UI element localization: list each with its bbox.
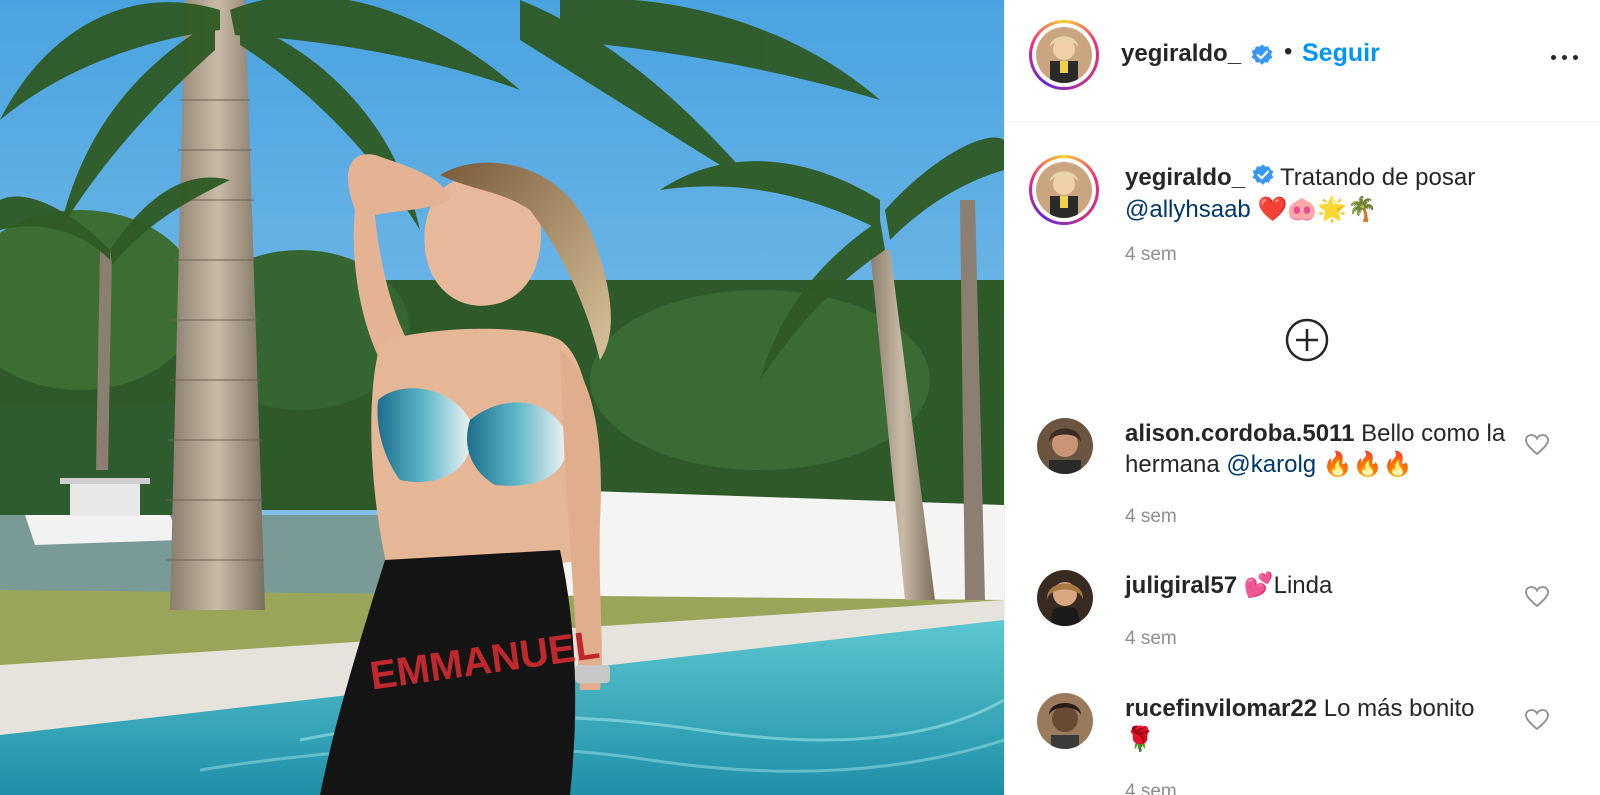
caption-verified-badge-icon bbox=[1252, 163, 1274, 194]
author-avatar-image bbox=[1036, 27, 1092, 83]
post-image: EMMANUEL bbox=[0, 0, 1004, 795]
caption-text: yegiraldo_ Tratando de posar @allyhsaab … bbox=[1125, 162, 1545, 225]
comment-username[interactable]: alison.cordoba.5011 bbox=[1125, 420, 1354, 447]
comment-timestamp[interactable]: 4 sem bbox=[1125, 781, 1177, 795]
comment-timestamp[interactable]: 4 sem bbox=[1125, 628, 1177, 650]
comment-text: juligiral57 💕Linda bbox=[1125, 570, 1515, 601]
plus-circle-icon[interactable] bbox=[1285, 318, 1329, 362]
comment-timestamp[interactable]: 4 sem bbox=[1125, 506, 1177, 528]
comment-username[interactable]: juligiral57 bbox=[1125, 572, 1237, 599]
post-header: yegiraldo_ • Seguir bbox=[1005, 0, 1600, 122]
comment-avatar[interactable] bbox=[1037, 418, 1093, 474]
heart-icon[interactable] bbox=[1525, 709, 1549, 731]
caption-avatar[interactable] bbox=[1029, 155, 1099, 225]
caption-avatar-image bbox=[1036, 162, 1092, 218]
post-photo[interactable]: EMMANUEL bbox=[0, 0, 1004, 795]
comment-emojis: 🔥🔥🔥 bbox=[1322, 451, 1413, 478]
heart-icon[interactable] bbox=[1525, 434, 1549, 456]
comment-username[interactable]: rucefinvilomar22 bbox=[1125, 695, 1317, 722]
caption-mention-link[interactable]: @allyhsaab bbox=[1125, 196, 1251, 223]
comment-text: alison.cordoba.5011 Bello como la herman… bbox=[1125, 418, 1515, 480]
comment-body: Lo más bonito bbox=[1323, 695, 1475, 722]
comment-text: rucefinvilomar22 Lo más bonito 🌹 bbox=[1125, 693, 1515, 755]
follow-button[interactable]: Seguir bbox=[1302, 39, 1380, 68]
verified-badge-icon bbox=[1251, 44, 1273, 71]
author-avatar[interactable] bbox=[1029, 20, 1099, 90]
comment-body: 💕Linda bbox=[1243, 572, 1333, 599]
comment-mention-link[interactable]: @karolg bbox=[1226, 451, 1316, 478]
caption-username[interactable]: yegiraldo_ bbox=[1125, 164, 1245, 191]
comment-avatar[interactable] bbox=[1037, 693, 1093, 749]
comment-emojis: 🌹 bbox=[1125, 726, 1155, 753]
comment-avatar[interactable] bbox=[1037, 570, 1093, 626]
post-caption: yegiraldo_ Tratando de posar @allyhsaab … bbox=[1005, 150, 1600, 280]
header-separator: • bbox=[1284, 38, 1293, 65]
caption-timestamp[interactable]: 4 sem bbox=[1125, 244, 1177, 266]
caption-body: Tratando de posar bbox=[1279, 164, 1476, 191]
author-username[interactable]: yegiraldo_ bbox=[1121, 40, 1241, 68]
heart-icon[interactable] bbox=[1525, 586, 1549, 608]
post-side-panel: yegiraldo_ • Seguir yegiraldo_ Tratando … bbox=[1004, 0, 1600, 795]
more-horizontal-icon[interactable] bbox=[1545, 44, 1585, 68]
caption-emojis: ❤️🐽🌟🌴 bbox=[1257, 196, 1377, 224]
